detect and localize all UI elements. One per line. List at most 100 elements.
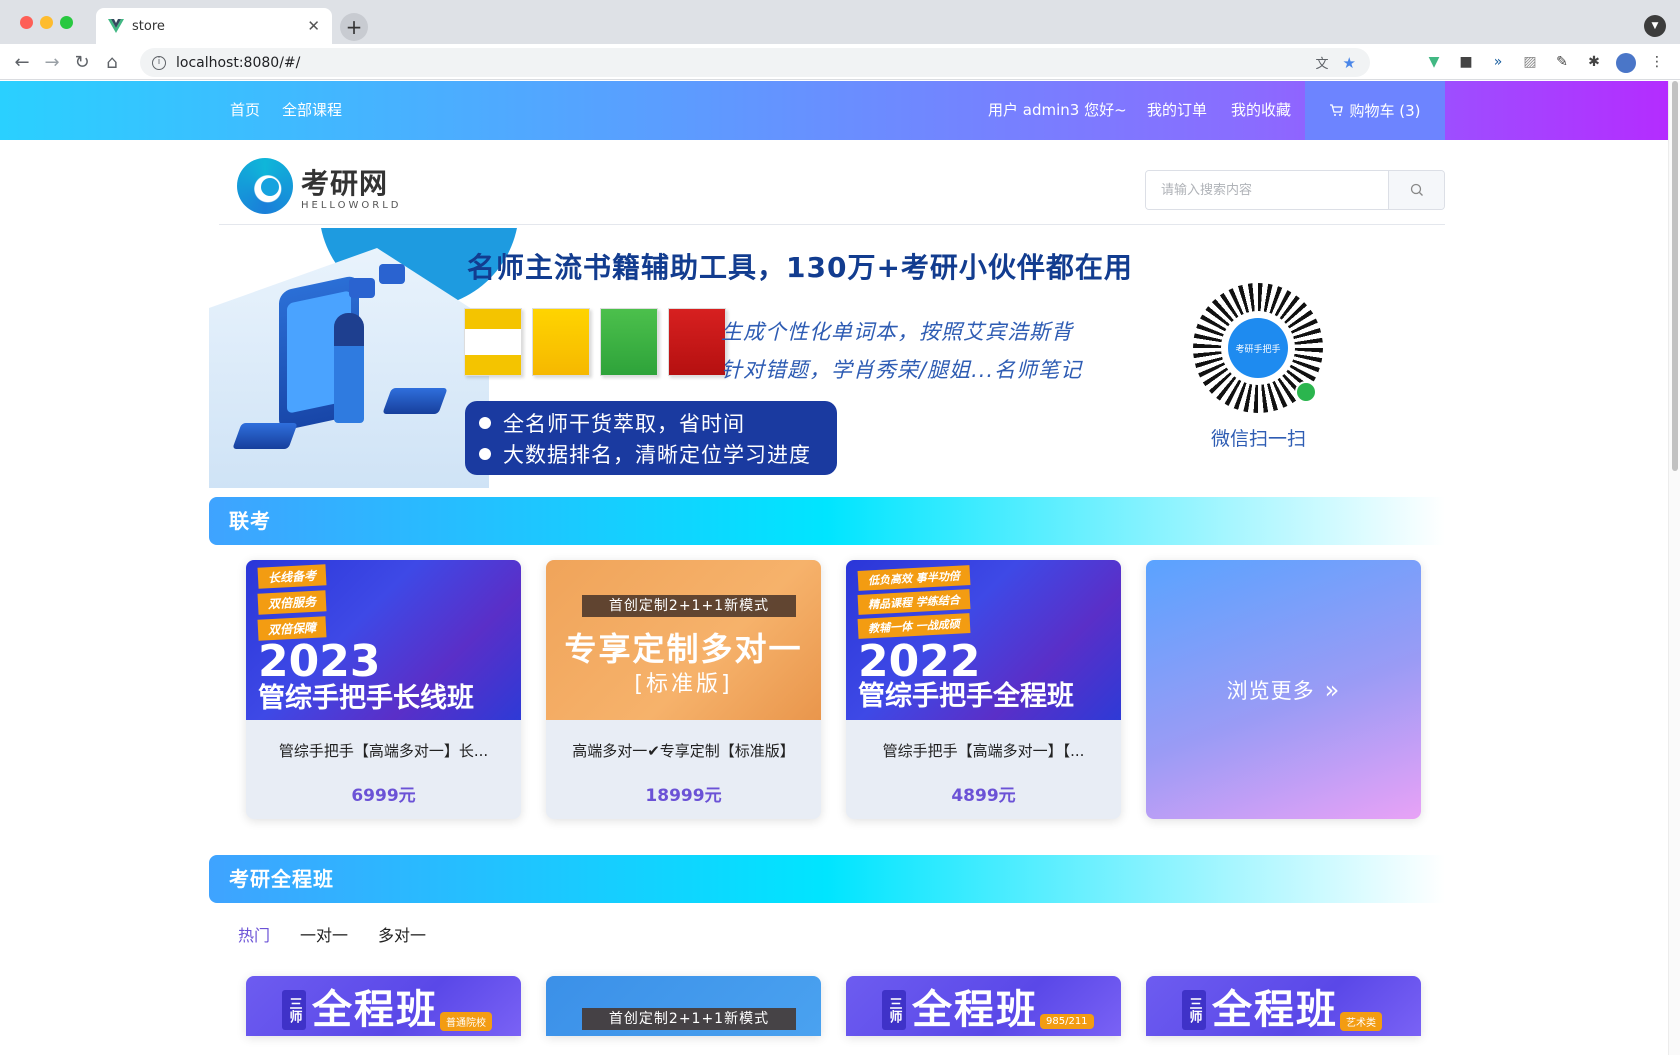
product-ribbon: 首创定制2+1+1新模式 xyxy=(582,1008,796,1030)
address-bar[interactable]: i localhost:8080/#/ 文 ★ xyxy=(140,48,1370,77)
category-tabs: 热门 一对一 多对一 xyxy=(238,922,426,946)
eyedropper-icon[interactable]: ✎ xyxy=(1553,53,1571,71)
nav-all-courses-link[interactable]: 全部课程 xyxy=(282,81,342,140)
product-badge: 艺术类 xyxy=(1340,1011,1382,1031)
cart-icon xyxy=(1330,104,1344,116)
close-window-button[interactable] xyxy=(20,16,33,29)
reload-icon[interactable]: ↻ xyxy=(70,50,94,74)
banner-slogan-2: 针对错题，学肖秀荣/腿姐...名师笔记 xyxy=(721,358,1083,382)
teacher-badge: 三师 xyxy=(882,990,906,1030)
nav-home-link[interactable]: 首页 xyxy=(230,81,260,140)
cart-button[interactable]: 购物车 (3) xyxy=(1305,81,1445,140)
product-headline: 全程班 xyxy=(1212,987,1338,1033)
product-headline: 全程班 xyxy=(912,987,1038,1033)
quancheng-card-list: 三师 全程班 普通院校 首创定制2+1+1新模式 三师 全程班 985/211 xyxy=(246,976,1421,1036)
main-container: 考研网 HELLOWORLD 请输入搜索内容 名师主流书籍辅助工具，130万+考… xyxy=(209,140,1445,1036)
section-title-liankao: 联考 xyxy=(209,497,1445,545)
tab-search-icon[interactable]: ▼ xyxy=(1644,15,1666,37)
vue-devtools-icon[interactable]: ▼ xyxy=(1425,53,1443,71)
translate-icon[interactable]: 文 xyxy=(1316,53,1329,72)
product-tag: 低负高效 事半功倍 xyxy=(857,565,971,591)
double-chevron-icon[interactable]: » xyxy=(1489,53,1507,71)
extension-box-icon[interactable]: ▨ xyxy=(1521,53,1539,71)
section-title-quancheng: 考研全程班 xyxy=(209,855,1445,903)
banner-headline: 名师主流书籍辅助工具，130万+考研小伙伴都在用 xyxy=(467,251,1133,284)
header-divider xyxy=(219,224,1445,225)
product-card[interactable]: 首创定制2+1+1新模式 专享定制多对一 [标准版] 高端多对一✔专享定制【标准… xyxy=(546,560,821,819)
menu-dots-icon[interactable]: ⋮ xyxy=(1648,53,1666,71)
product-card[interactable]: 三师 全程班 艺术类 xyxy=(1146,976,1421,1036)
book-covers xyxy=(464,308,726,376)
bullet-dot xyxy=(479,447,491,460)
wechat-mini-program-icon xyxy=(1295,381,1317,403)
wechat-qr-code: 考研手把手 xyxy=(1193,283,1323,413)
product-name: 管综手把手【高端多对一】长... xyxy=(278,742,489,760)
forward-arrow-icon[interactable]: → xyxy=(40,50,64,74)
banner-feature-box: 全名师干货萃取，省时间 大数据排名，清晰定位学习进度 xyxy=(465,401,837,475)
logo-swirl-icon xyxy=(237,158,293,214)
nav-favorites-link[interactable]: 我的收藏 xyxy=(1231,81,1291,140)
nav-orders-link[interactable]: 我的订单 xyxy=(1147,81,1207,140)
browse-more-label: 浏览更多 xyxy=(1226,678,1315,703)
product-price: 4899元 xyxy=(951,786,1016,806)
site-header: 考研网 HELLOWORLD 请输入搜索内容 名师主流书籍辅助工具，130万+考… xyxy=(209,140,1445,488)
maximize-window-button[interactable] xyxy=(60,16,73,29)
bookmark-star-icon[interactable]: ★ xyxy=(1343,54,1356,72)
new-tab-button[interactable]: + xyxy=(340,13,368,41)
cart-label: 购物车 (3) xyxy=(1349,102,1421,120)
site-logo[interactable]: 考研网 HELLOWORLD xyxy=(237,158,401,214)
page-scrollbar[interactable] xyxy=(1668,81,1680,1055)
puzzle-icon[interactable]: ✱ xyxy=(1585,53,1603,71)
browse-more-card[interactable]: 浏览更多 » xyxy=(1146,560,1421,819)
book-stack-illustration xyxy=(382,388,448,414)
back-arrow-icon[interactable]: ← xyxy=(10,50,34,74)
banner-bullet-1: 全名师干货萃取，省时间 xyxy=(503,411,745,436)
book-cover xyxy=(668,308,726,376)
browser-toolbar: ← → ↻ ⌂ i localhost:8080/#/ 文 ★ ▼ ■ » ▨ … xyxy=(0,44,1680,80)
product-card[interactable]: 低负高效 事半功倍 精品课程 学练结合 教辅一体 一战成硕 2022 管综手把手… xyxy=(846,560,1121,819)
search-input[interactable] xyxy=(1146,171,1388,209)
product-image: 三师 全程班 普通院校 xyxy=(246,976,521,1036)
browser-tab-bar: store ✕ + ▼ xyxy=(0,0,1680,44)
vue-favicon-icon xyxy=(108,19,124,33)
bullet-dot xyxy=(479,416,491,429)
product-image: 首创定制2+1+1新模式 专享定制多对一 [标准版] xyxy=(546,560,821,720)
book-cover xyxy=(532,308,590,376)
site-info-icon[interactable]: i xyxy=(152,55,166,70)
user-greeting[interactable]: 用户 admin3 您好~ xyxy=(988,81,1127,140)
promo-banner[interactable]: 名师主流书籍辅助工具，130万+考研小伙伴都在用 生成个性化单词本，按照艾宾浩斯… xyxy=(209,228,1445,488)
tab-many-to-one[interactable]: 多对一 xyxy=(378,922,426,946)
top-navigation: 首页 全部课程 用户 admin3 您好~ 我的订单 我的收藏 购物车 (3) xyxy=(0,81,1668,140)
page-viewport: 首页 全部课程 用户 admin3 您好~ 我的订单 我的收藏 购物车 (3) … xyxy=(0,81,1668,1055)
product-year: 2022 xyxy=(858,636,981,687)
product-image: 三师 全程班 985/211 xyxy=(846,976,1121,1036)
product-card[interactable]: 长线备考 双倍服务 双倍保障 2023 管综手把手长线班 管综手把手【高端多对一… xyxy=(246,560,521,819)
product-card[interactable]: 三师 全程班 普通院校 xyxy=(246,976,521,1036)
chat-bubble-icon xyxy=(379,264,405,284)
product-price: 18999元 xyxy=(645,786,722,806)
qr-caption: 微信扫一扫 xyxy=(1211,428,1307,450)
tab-close-icon[interactable]: ✕ xyxy=(307,17,320,35)
product-image: 低负高效 事半功倍 精品课程 学练结合 教辅一体 一战成硕 2022 管综手把手… xyxy=(846,560,1121,720)
product-price: 6999元 xyxy=(351,786,416,806)
extension-icon[interactable]: ■ xyxy=(1457,53,1475,71)
minimize-window-button[interactable] xyxy=(40,16,53,29)
product-card[interactable]: 首创定制2+1+1新模式 xyxy=(546,976,821,1036)
url-text: localhost:8080/#/ xyxy=(176,54,301,71)
profile-avatar[interactable] xyxy=(1616,53,1636,73)
browser-tab[interactable]: store ✕ xyxy=(96,8,332,44)
tab-one-to-one[interactable]: 一对一 xyxy=(300,922,348,946)
banner-bullet-2: 大数据排名，清晰定位学习进度 xyxy=(503,442,811,467)
product-image: 长线备考 双倍服务 双倍保障 2023 管综手把手长线班 xyxy=(246,560,521,720)
logo-subtitle: HELLOWORLD xyxy=(301,199,402,211)
person-illustration xyxy=(334,313,364,423)
tab-hot[interactable]: 热门 xyxy=(238,922,270,946)
scrollbar-thumb[interactable] xyxy=(1672,81,1678,471)
search-button[interactable] xyxy=(1388,171,1444,209)
search-icon xyxy=(1410,183,1423,196)
product-subheadline: [标准版] xyxy=(634,672,733,697)
product-name: 高端多对一✔专享定制【标准版】 xyxy=(572,742,795,760)
product-headline: 全程班 xyxy=(312,987,438,1033)
product-card[interactable]: 三师 全程班 985/211 xyxy=(846,976,1121,1036)
home-icon[interactable]: ⌂ xyxy=(100,50,124,74)
